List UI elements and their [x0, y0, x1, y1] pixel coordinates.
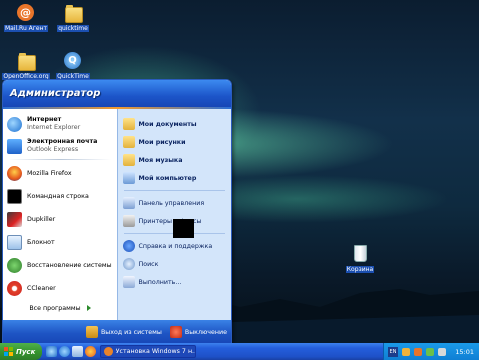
shutdown-button[interactable]: Выключение — [169, 326, 227, 338]
user-name: Администратор — [10, 88, 101, 99]
help-icon — [122, 240, 135, 252]
printer-icon — [122, 215, 135, 227]
firefox-icon — [7, 166, 22, 181]
power-icon — [169, 326, 182, 338]
item-my-documents[interactable]: Мои документы — [118, 115, 232, 133]
start-button[interactable]: Пуск — [0, 343, 42, 360]
system-restore-icon — [7, 258, 22, 273]
taskbar: Пуск Установка Windows 7 н... EN 15:01 — [0, 343, 479, 360]
item-help[interactable]: Справка и поддержка — [118, 237, 232, 255]
folder-music-icon — [122, 154, 135, 166]
folder-icon — [18, 53, 36, 71]
mail-ru-icon: @ — [17, 4, 34, 21]
outlook-express-icon — [7, 138, 22, 154]
run-icon — [122, 276, 135, 288]
item-search[interactable]: Поиск — [118, 255, 232, 273]
tray-network-icon[interactable] — [426, 347, 434, 356]
start-menu-header: Администратор — [3, 80, 231, 107]
computer-icon — [122, 172, 135, 184]
firefox-icon — [104, 347, 113, 356]
item-my-pictures[interactable]: Мои рисунки — [118, 133, 232, 151]
redacted-area — [173, 219, 194, 238]
item-run[interactable]: Выполнить... — [118, 273, 232, 291]
command-prompt-icon — [7, 189, 22, 204]
language-indicator[interactable]: EN — [388, 346, 398, 357]
desktop-icon-quicktime-folder[interactable]: quicktime — [47, 3, 99, 34]
quicktime-icon: Q — [64, 52, 81, 69]
search-icon — [122, 258, 135, 270]
quicklaunch-desktop-icon[interactable] — [46, 346, 57, 357]
system-tray: EN 15:01 — [383, 343, 479, 360]
tray-mail-icon[interactable] — [414, 347, 422, 356]
clock[interactable]: 15:01 — [455, 348, 474, 356]
all-programs-button[interactable]: Все программы — [3, 296, 117, 320]
quicklaunch-firefox-icon[interactable] — [85, 346, 96, 357]
start-menu-footer: Выход из системы Выключение — [3, 320, 231, 344]
start-menu: Администратор Интернет Internet Explorer … — [2, 79, 232, 345]
internet-explorer-icon — [7, 116, 22, 132]
key-icon — [85, 326, 98, 338]
desktop-icon-recycle-bin[interactable]: Корзина — [334, 244, 386, 275]
recent-item-dupkiller[interactable]: Dupkiller — [3, 208, 117, 231]
recent-item-notepad[interactable]: Блокнот — [3, 231, 117, 254]
control-panel-icon — [122, 197, 135, 209]
recycle-bin-icon — [354, 245, 367, 262]
pinned-item-internet[interactable]: Интернет Internet Explorer — [3, 113, 117, 135]
arrow-right-icon — [86, 305, 91, 311]
separator — [123, 190, 225, 191]
tray-shield-icon[interactable] — [402, 347, 410, 356]
folder-icon — [65, 5, 83, 23]
tray-volume-icon[interactable] — [438, 347, 446, 356]
windows-logo-icon — [4, 347, 13, 356]
desktop-icon-mail-ru-agent[interactable]: @ Mail.Ru Агент — [0, 3, 52, 34]
pinned-item-email[interactable]: Электронная почта Outlook Express — [3, 135, 117, 157]
recent-item-command-prompt[interactable]: Командная строка — [3, 185, 117, 208]
notepad-icon — [7, 235, 22, 250]
item-my-music[interactable]: Моя музыка — [118, 151, 232, 169]
ccleaner-icon — [7, 281, 22, 296]
dupkiller-icon — [7, 212, 22, 227]
logoff-button[interactable]: Выход из системы — [85, 326, 162, 338]
taskbar-window-button[interactable]: Установка Windows 7 н... — [100, 345, 196, 358]
recent-item-system-restore[interactable]: Восстановление системы — [3, 254, 117, 277]
start-menu-right-pane: Мои документы Мои рисунки Моя музыка Мой… — [116, 109, 232, 320]
start-menu-left-pane: Интернет Internet Explorer Электронная по… — [3, 109, 117, 320]
item-control-panel[interactable]: Панель управления — [118, 194, 232, 212]
quicklaunch-ie-icon[interactable] — [59, 346, 70, 357]
quicklaunch-window-icon[interactable] — [72, 346, 83, 357]
desktop-icon-quicktime-player[interactable]: Q QuickTime — [47, 51, 99, 82]
item-my-computer[interactable]: Мой компьютер — [118, 169, 232, 187]
folder-pictures-icon — [122, 136, 135, 148]
recent-item-firefox[interactable]: Mozilla Firefox — [3, 162, 117, 185]
separator — [9, 159, 111, 160]
desktop-icon-folder[interactable]: OpenOffice.org — [0, 51, 52, 82]
folder-documents-icon — [122, 118, 135, 130]
